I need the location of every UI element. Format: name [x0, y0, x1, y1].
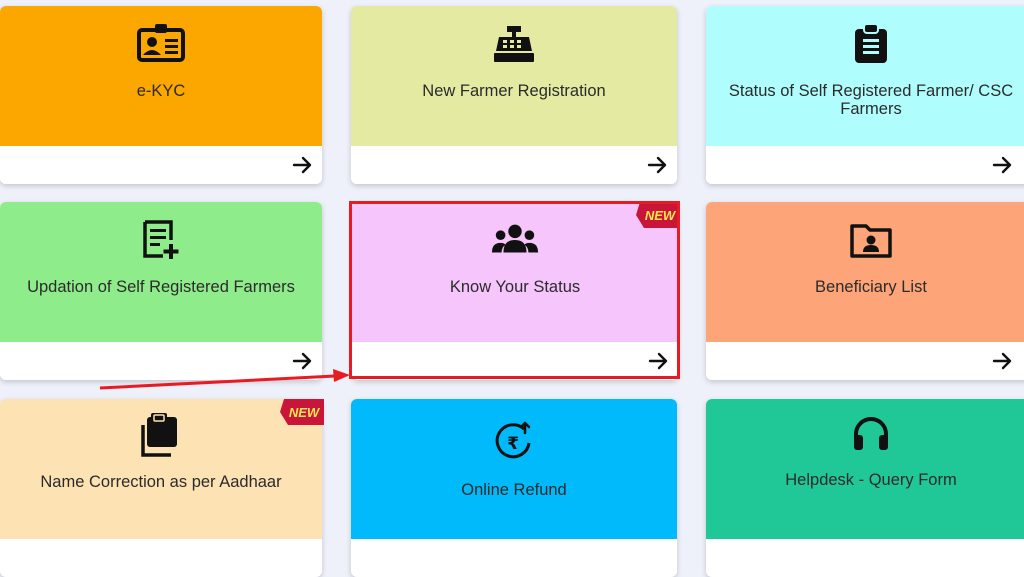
tile-header: ₹ Online Refund — [351, 399, 677, 539]
arrow-right-icon[interactable] — [647, 154, 669, 176]
tile-beneficiary-list[interactable]: Beneficiary List — [706, 202, 1024, 380]
tile-new-farmer-registration[interactable]: New Farmer Registration — [351, 6, 677, 184]
new-badge: NEW — [636, 202, 680, 228]
tile-label: Online Refund — [461, 481, 567, 499]
new-badge-text: NEW — [289, 405, 321, 420]
tile-updation-self-registered[interactable]: Updation of Self Registered Farmers — [0, 202, 322, 380]
arrow-right-icon[interactable] — [992, 154, 1014, 176]
new-badge: NEW — [280, 399, 324, 425]
tile-name-correction[interactable]: Name Correction as per Aadhaar NEW — [0, 399, 324, 577]
arrow-right-icon[interactable] — [292, 154, 314, 176]
tile-label: e-KYC — [136, 82, 186, 100]
tile-footer — [706, 146, 1024, 184]
tile-header: Know Your Status — [352, 202, 678, 342]
clipboard-copy-icon — [137, 413, 185, 457]
id-card-icon — [137, 24, 185, 64]
tile-online-refund[interactable]: ₹ Online Refund — [351, 399, 677, 577]
tile-header: Status of Self Registered Farmer/ CSC Fa… — [706, 6, 1024, 146]
clipboard-list-icon — [847, 24, 895, 64]
tile-header: Name Correction as per Aadhaar — [0, 399, 322, 539]
tile-footer — [0, 146, 322, 184]
tile-helpdesk-query-form[interactable]: Helpdesk - Query Form — [706, 399, 1024, 577]
tile-footer — [352, 342, 678, 380]
cash-register-icon — [490, 24, 538, 64]
tile-header: Updation of Self Registered Farmers — [0, 202, 322, 342]
rupee-refund-icon: ₹ — [490, 421, 538, 461]
headphones-icon — [847, 413, 895, 453]
arrow-right-icon[interactable] — [292, 350, 314, 372]
users-group-icon — [491, 220, 539, 260]
tile-header: New Farmer Registration — [351, 6, 677, 146]
tile-footer — [351, 146, 677, 184]
tile-status-self-registered[interactable]: Status of Self Registered Farmer/ CSC Fa… — [706, 6, 1024, 184]
tile-header: Helpdesk - Query Form — [706, 399, 1024, 539]
document-add-icon — [137, 220, 185, 260]
tile-label: Name Correction as per Aadhaar — [40, 473, 282, 491]
tile-know-your-status[interactable]: Know Your Status NEW — [352, 202, 680, 380]
tile-header: Beneficiary List — [706, 202, 1024, 342]
new-badge-text: NEW — [645, 208, 677, 223]
tile-label: Helpdesk - Query Form — [785, 471, 957, 489]
tile-label: Know Your Status — [449, 278, 581, 296]
folder-user-icon — [847, 220, 895, 260]
arrow-right-icon[interactable] — [992, 350, 1014, 372]
tile-header: e-KYC — [0, 6, 322, 146]
tile-label: Beneficiary List — [815, 278, 927, 296]
svg-text:₹: ₹ — [507, 434, 519, 454]
tile-label: Status of Self Registered Farmer/ CSC Fa… — [728, 82, 1014, 118]
tile-footer — [0, 342, 322, 380]
arrow-right-icon[interactable] — [648, 350, 670, 372]
tile-footer — [706, 342, 1024, 380]
tile-label: Updation of Self Registered Farmers — [27, 278, 295, 296]
tile-e-kyc[interactable]: e-KYC — [0, 6, 322, 184]
tile-label: New Farmer Registration — [422, 82, 606, 100]
